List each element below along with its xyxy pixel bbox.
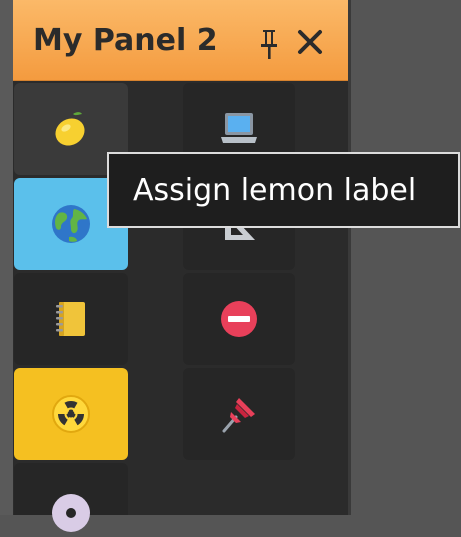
notebook-button[interactable] <box>14 273 128 365</box>
lemon-icon <box>55 112 85 146</box>
close-icon[interactable] <box>296 28 324 56</box>
tooltip-text: Assign lemon label <box>133 172 417 208</box>
pin-icon[interactable] <box>258 28 280 60</box>
notebook-icon <box>56 302 85 336</box>
laptop-icon <box>221 113 257 143</box>
panel-edge <box>348 0 351 515</box>
radioactive-icon <box>52 395 90 433</box>
left-window-edge <box>0 0 13 515</box>
panel-title: My Panel 2 <box>33 22 218 58</box>
pushpin-button[interactable] <box>183 368 295 460</box>
no-entry-icon <box>221 301 257 337</box>
disc-icon <box>52 494 90 532</box>
radioactive-button[interactable] <box>14 368 128 460</box>
no-entry-button[interactable] <box>183 273 295 365</box>
tooltip: Assign lemon label <box>107 152 460 228</box>
pushpin-icon <box>222 398 255 433</box>
globe-icon <box>52 205 90 243</box>
panel-header[interactable]: My Panel 2 <box>13 0 348 81</box>
disc-button[interactable] <box>14 463 128 532</box>
